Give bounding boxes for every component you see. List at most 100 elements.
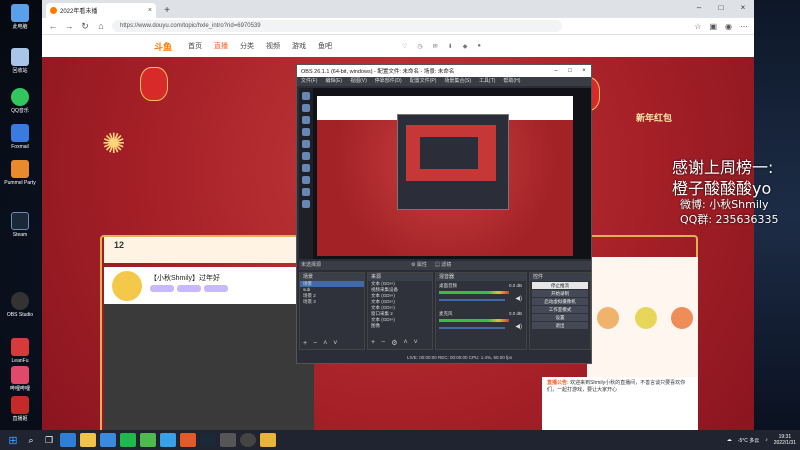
close-icon[interactable]: ×: [577, 68, 591, 74]
pinned-app-icon[interactable]: [260, 433, 276, 447]
foxmail-icon: [11, 124, 29, 142]
steam-taskbar-icon[interactable]: [200, 433, 216, 447]
history-icon[interactable]: ◷: [417, 43, 422, 50]
menu-view[interactable]: 视图(V): [350, 77, 367, 86]
user-icon[interactable]: ●: [477, 43, 481, 50]
tab-title: 2022年看未播: [60, 9, 98, 15]
minimize-icon[interactable]: –: [688, 0, 710, 18]
browser-tab[interactable]: 2022年看未播 ×: [46, 3, 156, 18]
wechat-icon[interactable]: [120, 433, 136, 447]
menu-edit[interactable]: 编辑(E): [325, 77, 342, 86]
exit-button[interactable]: 退出: [532, 322, 588, 329]
settings-button[interactable]: 设置: [532, 314, 588, 321]
back-icon[interactable]: ←: [48, 21, 58, 31]
download-icon[interactable]: ⬇: [448, 43, 453, 50]
desktop-icon-party[interactable]: Pummel Party: [3, 160, 37, 186]
menu-docks[interactable]: 停靠部件(D): [375, 77, 402, 86]
close-icon[interactable]: ×: [732, 0, 754, 18]
properties-button[interactable]: ⚙ 属性: [411, 261, 427, 270]
nav-live[interactable]: 直播: [214, 41, 228, 51]
nested-preview: [406, 125, 496, 181]
forward-icon[interactable]: →: [64, 21, 74, 31]
new-tab-button[interactable]: +: [160, 4, 174, 18]
menu-icon[interactable]: ⋯: [740, 22, 748, 31]
app-icon[interactable]: [180, 433, 196, 447]
maximize-icon[interactable]: □: [710, 0, 732, 18]
volume-icon[interactable]: ♪: [765, 437, 768, 443]
windows-start-icon[interactable]: ⊞: [4, 434, 22, 447]
maximize-icon[interactable]: □: [563, 68, 577, 74]
remove-icon[interactable]: −: [313, 340, 317, 347]
volume-slider[interactable]: [439, 299, 505, 301]
minimize-icon[interactable]: –: [549, 68, 563, 74]
gift-icon[interactable]: [671, 307, 693, 329]
studio-mode-button[interactable]: 工作室模式: [532, 306, 588, 313]
follow-icon[interactable]: ♡: [402, 43, 407, 50]
search-icon[interactable]: ⌕: [22, 435, 40, 446]
obs-taskbar-icon[interactable]: [240, 433, 256, 447]
filters-button[interactable]: ▤ 滤镜: [435, 261, 451, 270]
chat-icon[interactable]: [140, 433, 156, 447]
desktop-icon-qqmusic[interactable]: QQ音乐: [3, 88, 37, 114]
menu-profile[interactable]: 配置文件(P): [410, 77, 437, 86]
stop-streaming-button[interactable]: 停止推流: [532, 282, 588, 289]
collections-icon[interactable]: ▣: [709, 22, 717, 31]
add-icon[interactable]: +: [371, 339, 375, 347]
obs-preview[interactable]: [299, 88, 591, 259]
menu-tools[interactable]: 工具(T): [479, 77, 495, 86]
up-icon[interactable]: ˄: [403, 339, 407, 347]
menu-file[interactable]: 文件(F): [301, 77, 317, 86]
down-icon[interactable]: ˅: [414, 339, 418, 347]
profile-icon[interactable]: ◉: [725, 22, 732, 31]
url-field[interactable]: https://www.douyu.com/topic/hxle_intro?r…: [112, 20, 562, 32]
desktop-icon-obs[interactable]: OBS Studio: [3, 292, 37, 318]
menu-help[interactable]: 帮助(H): [503, 77, 520, 86]
weather-text[interactable]: -5°C 多云: [738, 437, 759, 444]
video-player[interactable]: [104, 304, 314, 430]
streamer-avatar[interactable]: [112, 271, 142, 301]
up-icon[interactable]: ˄: [323, 340, 327, 347]
add-icon[interactable]: +: [303, 340, 307, 347]
nav-fishbar[interactable]: 鱼吧: [318, 41, 332, 51]
qq-icon[interactable]: [160, 433, 176, 447]
start-recording-button[interactable]: 开始录制: [532, 290, 588, 297]
nav-video[interactable]: 视频: [266, 41, 280, 51]
file-explorer-icon[interactable]: [80, 433, 96, 447]
desktop-icon-bilibili[interactable]: 哔哩哔哩: [3, 366, 37, 392]
weather-icon[interactable]: ☁: [727, 437, 732, 443]
task-icon[interactable]: ◆: [463, 43, 468, 50]
settings-icon[interactable]: [220, 433, 236, 447]
speaker-icon[interactable]: ◀): [515, 295, 522, 302]
scene-item[interactable]: 场景 3: [300, 299, 364, 305]
menu-scene-collection[interactable]: 场景集合(S): [444, 77, 471, 86]
down-icon[interactable]: ˅: [333, 340, 337, 347]
gear-icon[interactable]: ⚙: [391, 339, 397, 347]
source-item[interactable]: 图像: [368, 323, 432, 329]
desktop-icon-live[interactable]: 直播姬: [3, 396, 37, 422]
store-icon[interactable]: [100, 433, 116, 447]
home-icon[interactable]: ⌂: [96, 21, 106, 31]
clock[interactable]: 19:31 2022/1/31: [774, 434, 796, 446]
star-icon[interactable]: ☆: [694, 22, 701, 31]
gift-icon[interactable]: [597, 307, 619, 329]
new-year-badge: 新年红包: [636, 113, 673, 123]
desktop-icon-leanfu[interactable]: LeanFu: [3, 338, 37, 364]
desktop-icon-pc[interactable]: 此电脑: [3, 4, 37, 30]
volume-slider[interactable]: [439, 327, 505, 329]
desktop-icon-steam[interactable]: Steam: [3, 212, 37, 238]
edge-icon[interactable]: [60, 433, 76, 447]
site-logo[interactable]: 斗鱼: [154, 40, 172, 53]
nav-game[interactable]: 游戏: [292, 41, 306, 51]
close-tab-icon[interactable]: ×: [148, 7, 152, 14]
virtual-camera-button[interactable]: 启动虚拟摄像机: [532, 298, 588, 305]
desktop-icon-recycle[interactable]: 回收站: [3, 48, 37, 74]
desktop-icon-foxmail[interactable]: Foxmail: [3, 124, 37, 150]
message-icon[interactable]: ✉: [433, 43, 438, 50]
nav-category[interactable]: 分类: [240, 41, 254, 51]
nav-home[interactable]: 首页: [188, 41, 202, 51]
reload-icon[interactable]: ↻: [80, 21, 90, 32]
microphone-icon[interactable]: ◀): [515, 323, 522, 330]
remove-icon[interactable]: −: [381, 339, 385, 347]
gift-icon[interactable]: [635, 307, 657, 329]
task-view-icon[interactable]: ❐: [40, 435, 58, 446]
